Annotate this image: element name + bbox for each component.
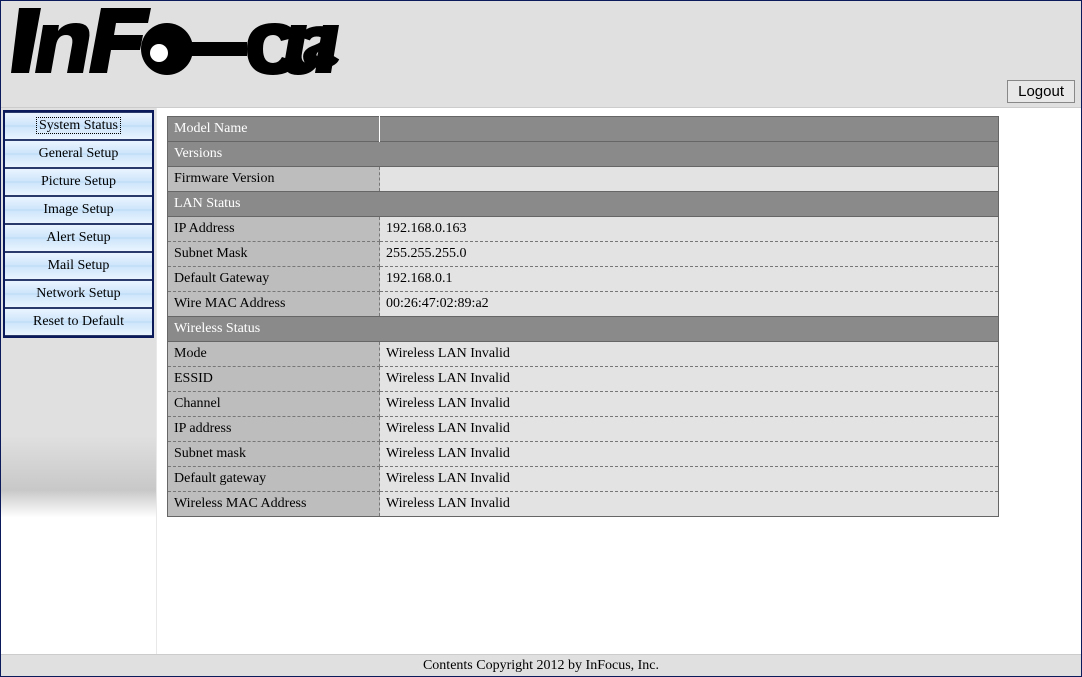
row-label: Default Gateway bbox=[168, 267, 380, 292]
nav-item-system-status[interactable]: System Status bbox=[5, 112, 152, 140]
row-label: Firmware Version bbox=[168, 167, 380, 192]
row-value: Wireless LAN Invalid bbox=[380, 492, 999, 517]
row-label: Wire MAC Address bbox=[168, 292, 380, 317]
row-value: 255.255.255.0 bbox=[380, 242, 999, 267]
row-value: Wireless LAN Invalid bbox=[380, 342, 999, 367]
content-area: Model NameVersionsFirmware VersionLAN St… bbox=[157, 108, 1081, 654]
nav-item-label: Image Setup bbox=[43, 202, 113, 217]
row-label: Wireless MAC Address bbox=[168, 492, 380, 517]
row-label: Default gateway bbox=[168, 467, 380, 492]
row-value: 192.168.0.163 bbox=[380, 217, 999, 242]
brand-logo bbox=[11, 5, 341, 90]
row-label: IP Address bbox=[168, 217, 380, 242]
row-value: 192.168.0.1 bbox=[380, 267, 999, 292]
nav-item-network-setup[interactable]: Network Setup bbox=[5, 280, 152, 308]
section-header: Versions bbox=[168, 142, 999, 167]
app-frame: Logout System Status General Setup Picture… bbox=[0, 0, 1082, 677]
row-value: Wireless LAN Invalid bbox=[380, 467, 999, 492]
nav-item-general-setup[interactable]: General Setup bbox=[5, 140, 152, 168]
row-value: Wireless LAN Invalid bbox=[380, 367, 999, 392]
row-label: IP address bbox=[168, 417, 380, 442]
nav-item-label: General Setup bbox=[39, 146, 119, 161]
nav-item-label: Mail Setup bbox=[48, 258, 110, 273]
header-bar: Logout bbox=[1, 1, 1081, 108]
sidebar: System Status General Setup Picture Setup I… bbox=[1, 108, 157, 654]
row-label: Subnet mask bbox=[168, 442, 380, 467]
nav-item-alert-setup[interactable]: Alert Setup bbox=[5, 224, 152, 252]
row-value bbox=[380, 167, 999, 192]
row-value: Wireless LAN Invalid bbox=[380, 392, 999, 417]
section-header: Wireless Status bbox=[168, 317, 999, 342]
row-label: Subnet Mask bbox=[168, 242, 380, 267]
nav-item-reset-to-default[interactable]: Reset to Default bbox=[5, 308, 152, 336]
footer-bar: Contents Copyright 2012 by InFocus, Inc. bbox=[1, 654, 1081, 676]
body-row: System Status General Setup Picture Setup I… bbox=[1, 108, 1081, 654]
row-label: Mode bbox=[168, 342, 380, 367]
nav-item-image-setup[interactable]: Image Setup bbox=[5, 196, 152, 224]
row-value: Wireless LAN Invalid bbox=[380, 442, 999, 467]
nav-item-label: Network Setup bbox=[36, 286, 120, 301]
model-name-label: Model Name bbox=[168, 117, 380, 142]
nav-item-label: Reset to Default bbox=[33, 314, 124, 329]
row-label: ESSID bbox=[168, 367, 380, 392]
model-name-value bbox=[380, 117, 999, 142]
row-value: Wireless LAN Invalid bbox=[380, 417, 999, 442]
nav-item-label: Alert Setup bbox=[46, 230, 110, 245]
row-label: Channel bbox=[168, 392, 380, 417]
nav-item-label: Picture Setup bbox=[41, 174, 116, 189]
status-table: Model NameVersionsFirmware VersionLAN St… bbox=[167, 116, 999, 517]
nav-menu: System Status General Setup Picture Setup I… bbox=[3, 110, 154, 338]
section-header: LAN Status bbox=[168, 192, 999, 217]
nav-item-picture-setup[interactable]: Picture Setup bbox=[5, 168, 152, 196]
nav-item-mail-setup[interactable]: Mail Setup bbox=[5, 252, 152, 280]
row-value: 00:26:47:02:89:a2 bbox=[380, 292, 999, 317]
nav-item-label: System Status bbox=[36, 117, 121, 134]
logout-button[interactable]: Logout bbox=[1007, 80, 1075, 103]
